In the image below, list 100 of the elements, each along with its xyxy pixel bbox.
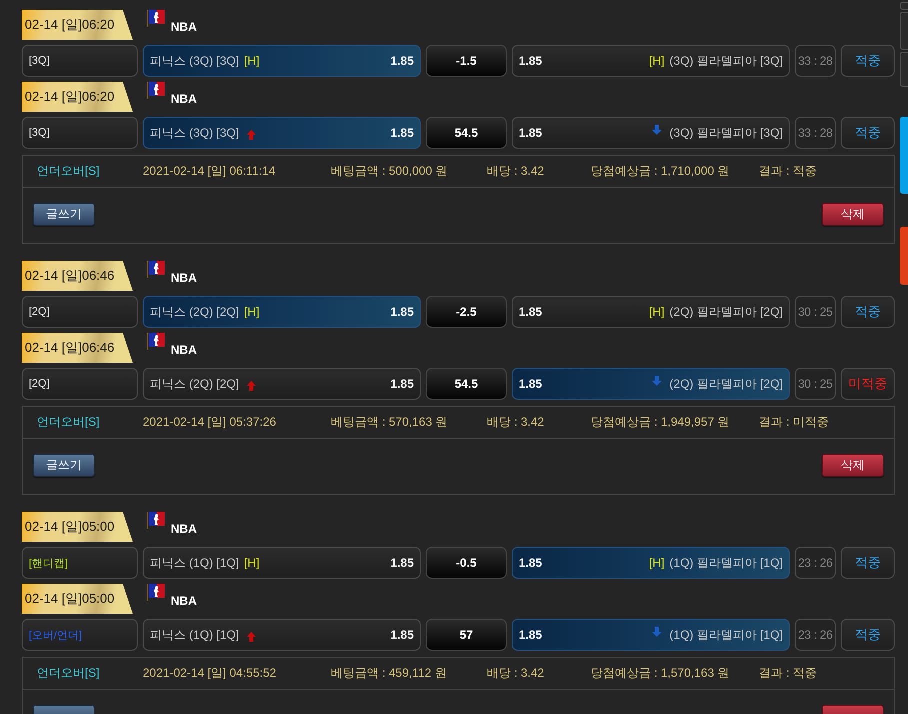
side-tab[interactable] (900, 52, 908, 87)
league-name: NBA (171, 522, 197, 536)
team-name: 피닉스 (1Q) [1Q] (150, 626, 240, 644)
odds-value: 1.85 (390, 54, 414, 68)
league-name: NBA (171, 271, 197, 285)
line-cell: -2.5 (426, 296, 507, 328)
result-cell: 적중 (841, 45, 895, 77)
team-name: 피닉스 (2Q) [2Q] (150, 304, 240, 320)
score-cell: 23 : 26 (795, 547, 836, 579)
handicap-mark: [H] (244, 556, 260, 570)
league-name: NBA (171, 343, 197, 357)
down-arrow-icon (652, 376, 662, 386)
result-cell: 적중 (841, 296, 895, 328)
bet-type: 언더오버[S] (37, 414, 101, 431)
league-flag-icon (147, 10, 165, 27)
write-button[interactable]: 글쓰기 (33, 454, 95, 477)
result-cell: 미적중 (841, 368, 895, 400)
score-cell: 33 : 28 (795, 117, 836, 149)
bet-type: 언더오버[S] (37, 163, 101, 180)
handicap-mark: [H] (649, 305, 665, 319)
delete-button[interactable]: 삭제 (822, 454, 884, 477)
match-date: 02-14 [일]06:20 (22, 10, 133, 40)
odds-value: 1.85 (519, 54, 542, 68)
bet-amount: 베팅금액 : 570,163 원 (331, 414, 449, 431)
handicap-mark: [H] (244, 54, 260, 68)
team-name: 피닉스 (3Q) [3Q] (150, 124, 240, 142)
expected-payout: 당첨예상금 : 1,710,000 원 (591, 163, 731, 180)
team-name: (2Q) 필라델피아 [2Q] (670, 376, 783, 392)
bet-type: 언더오버[S] (37, 665, 101, 682)
score-cell: 30 : 25 (795, 368, 836, 400)
match-date: 02-14 [일]06:20 (22, 82, 133, 112)
up-arrow-icon (247, 632, 256, 642)
league-name: NBA (171, 594, 197, 608)
line-cell: 54.5 (426, 368, 507, 400)
line-cell: 57 (426, 619, 507, 651)
league-flag-icon (147, 82, 165, 99)
odds-value: 1.85 (519, 126, 542, 140)
match-date: 02-14 [일]06:46 (22, 261, 133, 291)
side-tab[interactable] (900, 2, 908, 10)
market-cell: [핸디캡] (22, 547, 138, 579)
bet-result: 결과 : 적중 (759, 163, 818, 180)
expected-payout: 당첨예상금 : 1,949,957 원 (591, 414, 731, 431)
score-cell: 30 : 25 (795, 296, 836, 328)
odds-value: 1.85 (390, 628, 414, 642)
odds-value: 1.85 (390, 556, 414, 570)
bet-result: 결과 : 미적중 (759, 414, 830, 431)
team-name: (1Q) 필라델피아 [1Q] (670, 554, 783, 572)
team-name: 피닉스 (1Q) [1Q] (150, 554, 240, 572)
bet-time: 2021-02-14 [일] 06:11:14 (143, 163, 277, 180)
match-date: 02-14 [일]05:00 (22, 584, 133, 614)
result-cell: 적중 (841, 117, 895, 149)
bet-time: 2021-02-14 [일] 04:55:52 (143, 665, 278, 682)
score-cell: 23 : 26 (795, 619, 836, 651)
result-cell: 적중 (841, 619, 895, 651)
odds-value: 1.85 (519, 377, 542, 391)
team-name: 피닉스 (3Q) [3Q] (150, 52, 240, 70)
line-cell: -0.5 (426, 547, 507, 579)
team-name: (1Q) 필라델피아 [1Q] (670, 626, 783, 644)
market-cell: [2Q] (22, 296, 138, 328)
league-flag-icon (147, 512, 165, 529)
market-cell: [3Q] (22, 117, 138, 149)
down-arrow-icon (652, 627, 662, 637)
bet-odds: 배당 : 3.42 (487, 414, 546, 431)
odds-value: 1.85 (519, 628, 542, 642)
write-button[interactable]: 글쓰기 (33, 203, 95, 226)
market-cell: [오버/언더] (22, 619, 138, 651)
bet-result: 결과 : 적중 (759, 665, 818, 682)
expected-payout: 당첨예상금 : 1,570,163 원 (591, 665, 731, 682)
team-name: (3Q) 필라델피아 [3Q] (670, 124, 783, 142)
down-arrow-icon (652, 125, 662, 135)
bet-amount: 베팅금액 : 459,112 원 (331, 665, 448, 682)
up-arrow-icon (247, 380, 256, 390)
league-flag-icon (147, 261, 165, 278)
odds-value: 1.85 (519, 556, 542, 570)
bet-time: 2021-02-14 [일] 05:37:26 (143, 414, 278, 431)
delete-button[interactable]: 삭제 (822, 203, 884, 226)
market-cell: [2Q] (22, 368, 138, 400)
line-cell: 54.5 (426, 117, 507, 149)
bet-odds: 배당 : 3.42 (487, 163, 546, 180)
match-date: 02-14 [일]05:00 (22, 512, 133, 542)
up-arrow-icon (247, 130, 256, 140)
handicap-mark: [H] (244, 305, 260, 319)
team-name: (3Q) 필라델피아 [3Q] (670, 52, 783, 70)
line-cell: -1.5 (426, 45, 507, 77)
league-flag-icon (147, 584, 165, 601)
odds-value: 1.85 (519, 305, 542, 319)
team-name: 피닉스 (2Q) [2Q] (150, 376, 240, 392)
result-cell: 적중 (841, 547, 895, 579)
score-cell: 33 : 28 (795, 45, 836, 77)
side-tab[interactable] (900, 12, 908, 50)
match-date: 02-14 [일]06:46 (22, 333, 133, 363)
bet-amount: 베팅금액 : 500,000 원 (331, 163, 449, 180)
market-cell: [3Q] (22, 45, 138, 77)
league-name: NBA (171, 92, 197, 106)
handicap-mark: [H] (649, 556, 665, 570)
bet-odds: 배당 : 3.42 (487, 665, 546, 682)
odds-value: 1.85 (390, 305, 414, 319)
team-name: (2Q) 필라델피아 [2Q] (670, 304, 783, 320)
odds-value: 1.85 (390, 126, 414, 140)
league-name: NBA (171, 20, 197, 34)
